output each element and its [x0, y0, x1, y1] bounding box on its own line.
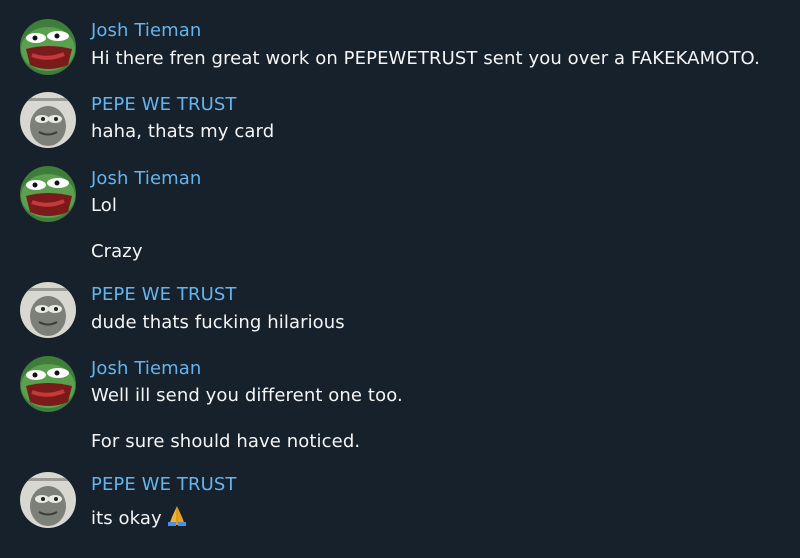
green-frog-avatar[interactable]: [20, 19, 76, 75]
sender-name[interactable]: PEPE WE TRUST: [91, 94, 236, 116]
green-frog-avatar[interactable]: [20, 166, 76, 222]
message-text-row: its okay: [91, 505, 188, 533]
sender-name[interactable]: PEPE WE TRUST: [91, 474, 236, 496]
message-text: For sure should have noticed.: [91, 431, 361, 452]
sender-name[interactable]: Josh Tieman: [91, 358, 201, 380]
message-text: Well ill send you different one too.: [91, 385, 403, 406]
sender-name[interactable]: Josh Tieman: [91, 20, 201, 42]
message-text: Lol: [91, 195, 118, 216]
message-text: haha, thats my card: [91, 121, 275, 142]
message-text: dude thats fucking hilarious: [91, 312, 345, 333]
message-text: Crazy: [91, 241, 143, 262]
green-frog-avatar[interactable]: [20, 356, 76, 412]
gray-pepe-avatar[interactable]: [20, 92, 76, 148]
message-text: its okay: [91, 508, 162, 529]
sender-name[interactable]: Josh Tieman: [91, 168, 201, 190]
gray-pepe-avatar[interactable]: [20, 472, 76, 528]
folded-hands-icon: [166, 505, 188, 533]
message-text: Hi there fren great work on PEPEWETRUST …: [91, 48, 760, 69]
sender-name[interactable]: PEPE WE TRUST: [91, 284, 236, 306]
gray-pepe-avatar[interactable]: [20, 282, 76, 338]
